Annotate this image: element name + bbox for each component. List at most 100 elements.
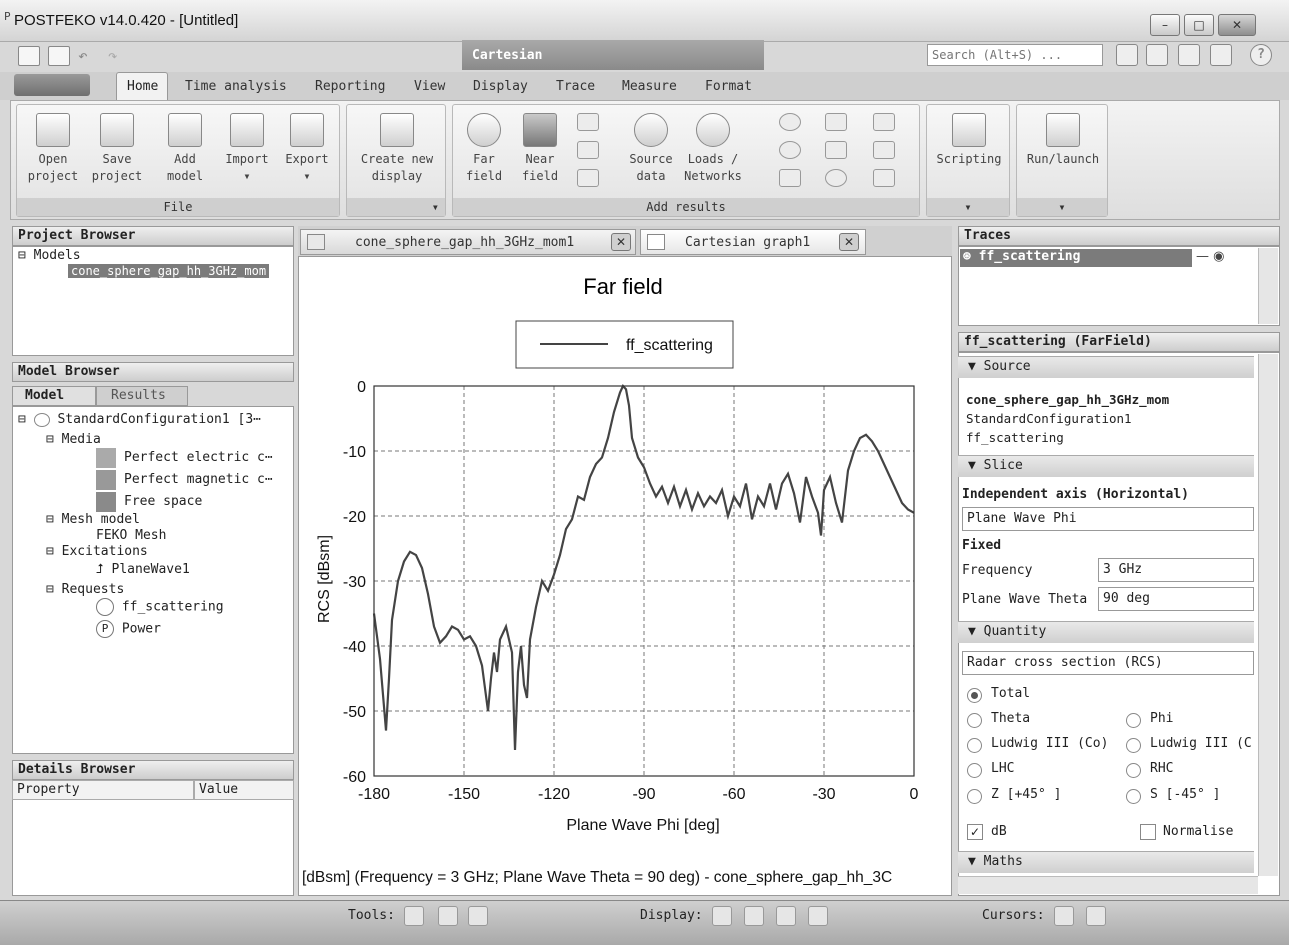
- help-icon[interactable]: ?: [1250, 44, 1272, 66]
- section-slice[interactable]: ▼ Slice: [958, 455, 1254, 477]
- radio-phi[interactable]: [1126, 713, 1141, 728]
- far-field-chart[interactable]: Far field ff_scattering -180 -150 -120 -90 -…: [299, 257, 951, 897]
- run-launch-button[interactable]: Run/launch: [1019, 113, 1107, 168]
- current-icon[interactable]: [825, 113, 847, 131]
- quantity-select[interactable]: Radar cross section (RCS): [962, 651, 1254, 675]
- tree-power[interactable]: P Power: [96, 620, 161, 638]
- display-zoom-icon[interactable]: [776, 906, 796, 926]
- close-tab-cartesian-icon[interactable]: ✕: [839, 233, 859, 251]
- tab-trace[interactable]: Trace: [556, 79, 595, 94]
- antenna-icon[interactable]: [825, 141, 847, 159]
- radio-rhc[interactable]: [1126, 763, 1141, 778]
- tab-format[interactable]: Format: [705, 79, 752, 94]
- display-fit-icon[interactable]: [808, 906, 828, 926]
- frequency-select[interactable]: 3 GHz: [1098, 558, 1254, 582]
- close-button[interactable]: ✕: [1218, 14, 1256, 36]
- close-tab-model-icon[interactable]: ✕: [611, 233, 631, 251]
- minimize-button[interactable]: –: [1150, 14, 1180, 36]
- near-field-button[interactable]: Near field: [515, 113, 565, 185]
- tree-media-pmc[interactable]: Perfect magnetic c⋯: [124, 472, 273, 487]
- db-checkbox[interactable]: ✓: [967, 824, 983, 840]
- power-icon[interactable]: [779, 141, 801, 159]
- scripting-expand-icon[interactable]: ▾: [927, 198, 1009, 216]
- display-pan-icon[interactable]: [744, 906, 764, 926]
- save-project-button[interactable]: Save project: [87, 113, 147, 185]
- source-data-button[interactable]: Source data: [623, 113, 679, 185]
- tree-config[interactable]: ⊟ StandardConfiguration1 [3⋯: [18, 412, 261, 427]
- plugin-icon[interactable]: [1178, 44, 1200, 66]
- section-maths[interactable]: ▼ Maths: [958, 851, 1254, 873]
- tree-requests[interactable]: ⊟ Requests: [46, 582, 124, 597]
- tree-models[interactable]: ⊟ Models: [18, 248, 81, 263]
- graph-area[interactable]: Far field ff_scattering -180 -150 -120 -90 -…: [298, 256, 952, 896]
- tool-binoculars-icon[interactable]: [468, 906, 488, 926]
- tool-probe-icon[interactable]: [438, 906, 458, 926]
- create-new-display-button[interactable]: Create new display: [349, 113, 445, 185]
- tree-media-pec[interactable]: Perfect electric c⋯: [124, 450, 273, 465]
- tab-results[interactable]: Results: [96, 386, 188, 406]
- tab-model[interactable]: Model: [12, 386, 96, 406]
- mesh-icon[interactable]: [577, 141, 599, 159]
- radio-lhc[interactable]: [967, 763, 982, 778]
- settings-icon[interactable]: [1210, 44, 1232, 66]
- display-group-expand-icon[interactable]: ▾: [347, 198, 445, 216]
- layout-icon[interactable]: [1116, 44, 1138, 66]
- radio-z45[interactable]: [967, 789, 982, 804]
- undo-icon[interactable]: ↶: [78, 46, 100, 66]
- doc-tab-cartesian[interactable]: Cartesian graph1 ✕: [640, 229, 866, 255]
- window-icon[interactable]: [1146, 44, 1168, 66]
- tab-home[interactable]: Home: [116, 72, 168, 101]
- section-source[interactable]: ▼ Source: [958, 356, 1254, 378]
- normalise-checkbox[interactable]: [1140, 824, 1156, 840]
- scripting-button[interactable]: Scripting: [929, 113, 1009, 168]
- theta-select[interactable]: 90 deg: [1098, 587, 1254, 611]
- radio-ludwig-co[interactable]: [967, 738, 982, 753]
- radio-ludwig-cross[interactable]: [1126, 738, 1141, 753]
- tree-media-free-space[interactable]: Free space: [124, 494, 202, 509]
- tree-media[interactable]: ⊟ Media: [46, 432, 101, 447]
- radio-s45[interactable]: [1126, 789, 1141, 804]
- run-expand-icon[interactable]: ▾: [1017, 198, 1107, 216]
- error-icon[interactable]: [873, 169, 895, 187]
- cable-icon[interactable]: [873, 113, 895, 131]
- target-icon[interactable]: [825, 169, 847, 187]
- section-quantity[interactable]: ▼ Quantity: [958, 621, 1254, 643]
- tab-reporting[interactable]: Reporting: [315, 79, 385, 94]
- tree-mesh-model[interactable]: ⊟ Mesh model: [46, 512, 140, 527]
- new-file-icon[interactable]: [18, 46, 40, 66]
- tab-time-analysis[interactable]: Time analysis: [185, 79, 287, 94]
- probe-icon[interactable]: [779, 169, 801, 187]
- details-col-property[interactable]: Property: [12, 780, 194, 800]
- tree-feko-mesh[interactable]: FEKO Mesh: [96, 528, 166, 543]
- tool-zoom-icon[interactable]: [404, 906, 424, 926]
- display-rotate-icon[interactable]: [712, 906, 732, 926]
- open-project-button[interactable]: Open project: [23, 113, 83, 185]
- radio-theta[interactable]: [967, 713, 982, 728]
- cursor-marker-icon[interactable]: [1054, 906, 1074, 926]
- radio-total[interactable]: [967, 688, 982, 703]
- tab-view[interactable]: View: [414, 79, 445, 94]
- surface-icon[interactable]: [577, 113, 599, 131]
- tab-display[interactable]: Display: [473, 79, 528, 94]
- tab-measure[interactable]: Measure: [622, 79, 677, 94]
- independent-axis-select[interactable]: Plane Wave Phi: [962, 507, 1254, 531]
- grid-icon[interactable]: [873, 141, 895, 159]
- tree-planewave[interactable]: ⮥ PlaneWave1: [96, 562, 190, 577]
- properties-scrollbar[interactable]: [1258, 354, 1278, 876]
- search-input[interactable]: [927, 44, 1103, 66]
- properties-hscrollbar[interactable]: [958, 876, 1258, 894]
- curve-icon[interactable]: [577, 169, 599, 187]
- trace-item-ff-scattering[interactable]: ⊛ ff_scattering: [960, 249, 1192, 267]
- maximize-button[interactable]: □: [1184, 14, 1214, 36]
- traces-scrollbar[interactable]: [1258, 248, 1278, 324]
- application-menu-button[interactable]: [14, 74, 90, 96]
- s-param-icon[interactable]: [779, 113, 801, 131]
- far-field-button[interactable]: Far field: [459, 113, 509, 185]
- tree-ff-scattering[interactable]: ff_scattering: [96, 598, 224, 616]
- details-col-value[interactable]: Value: [194, 780, 294, 800]
- tree-excitations[interactable]: ⊟ Excitations: [46, 544, 148, 559]
- cursor-comment-icon[interactable]: [1086, 906, 1106, 926]
- export-button[interactable]: Export ▾: [277, 113, 337, 185]
- add-model-button[interactable]: Add model: [157, 113, 213, 185]
- import-button[interactable]: Import ▾: [217, 113, 277, 185]
